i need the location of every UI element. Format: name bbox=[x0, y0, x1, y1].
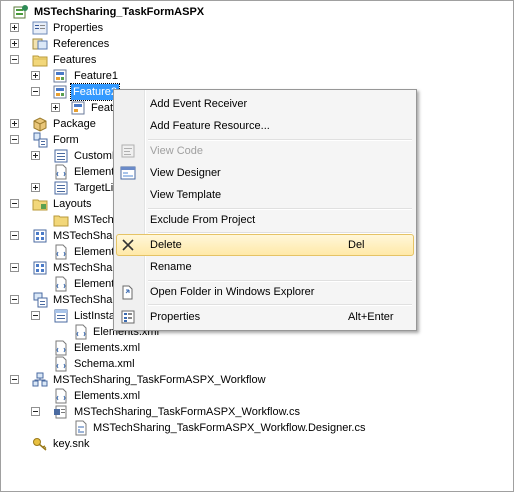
form-icon bbox=[53, 180, 69, 196]
menu-separator bbox=[148, 304, 412, 306]
list-icon bbox=[53, 308, 69, 324]
context-menu: Add Event Receiver Add Feature Resource.… bbox=[113, 89, 417, 331]
menu-item-view-code[interactable]: View Code bbox=[116, 140, 414, 162]
menu-item-properties[interactable]: Properties Alt+Enter bbox=[116, 306, 414, 328]
node-label: Feat bbox=[91, 102, 114, 114]
node-label: key.snk bbox=[53, 438, 90, 450]
module-icon bbox=[32, 228, 48, 244]
node-label: Feature1 bbox=[74, 70, 119, 82]
module-icon bbox=[32, 260, 48, 276]
collapse-toggle[interactable] bbox=[10, 375, 19, 384]
menu-item-view-designer[interactable]: View Designer bbox=[116, 162, 414, 184]
expand-toggle[interactable] bbox=[10, 23, 19, 32]
collapse-toggle[interactable] bbox=[31, 311, 40, 320]
collapse-toggle[interactable] bbox=[10, 135, 19, 144]
expand-toggle[interactable] bbox=[10, 119, 19, 128]
expand-toggle[interactable] bbox=[31, 71, 40, 80]
menu-item-label: Open Folder in Windows Explorer bbox=[150, 286, 315, 298]
expand-toggle[interactable] bbox=[51, 103, 60, 112]
csharp-file-icon bbox=[73, 420, 89, 436]
menu-item-open-folder[interactable]: Open Folder in Windows Explorer bbox=[116, 281, 414, 303]
folder-icon bbox=[32, 196, 48, 212]
collapse-toggle[interactable] bbox=[10, 263, 19, 272]
sharepoint-project-icon bbox=[13, 4, 29, 20]
menu-item-delete[interactable]: Delete Del bbox=[116, 234, 414, 256]
menu-item-rename[interactable]: Rename bbox=[116, 256, 414, 278]
form-icon bbox=[53, 148, 69, 164]
node-label: Properties bbox=[53, 22, 104, 34]
folder-icon bbox=[32, 52, 48, 68]
references-icon bbox=[32, 36, 48, 52]
menu-item-view-template[interactable]: View Template bbox=[116, 184, 414, 206]
node-label: Elements.xml bbox=[74, 390, 141, 402]
menu-separator bbox=[148, 232, 412, 234]
view-designer-icon bbox=[120, 165, 136, 181]
menu-item-shortcut: Del bbox=[348, 239, 365, 251]
solution-explorer-panel: MSTechSharing_TaskFormASPX Properties Re… bbox=[0, 0, 514, 492]
menu-item-exclude-from-project[interactable]: Exclude From Project bbox=[116, 209, 414, 231]
folder-icon bbox=[53, 212, 69, 228]
collapse-toggle[interactable] bbox=[10, 231, 19, 240]
node-label: References bbox=[53, 38, 110, 50]
menu-item-label: Properties bbox=[150, 311, 201, 323]
expand-toggle[interactable] bbox=[31, 151, 40, 160]
node-label: MSTechSharing_TaskFormASPX_Workflow.cs bbox=[74, 406, 300, 418]
node-label: Form bbox=[53, 134, 79, 146]
node-label-selected: Feature2 bbox=[69, 83, 121, 101]
form-icon bbox=[32, 132, 48, 148]
node-label: Package bbox=[53, 118, 96, 130]
xml-file-icon bbox=[53, 276, 69, 292]
node-label: Elements.xml bbox=[74, 342, 141, 354]
menu-item-add-feature-resource[interactable]: Add Feature Resource... bbox=[116, 115, 414, 137]
node-label: Schema.xml bbox=[74, 358, 135, 370]
feature-icon bbox=[53, 84, 69, 100]
open-folder-icon bbox=[120, 284, 136, 300]
node-label: Layouts bbox=[53, 198, 92, 210]
menu-item-label: Exclude From Project bbox=[150, 214, 256, 226]
collapse-toggle[interactable] bbox=[10, 199, 19, 208]
xml-file-icon bbox=[53, 356, 69, 372]
collapse-toggle[interactable] bbox=[10, 55, 19, 64]
project-name: MSTechSharing_TaskFormASPX bbox=[34, 6, 205, 18]
node-label: MSTechSharing_TaskFormASPX_Workflow bbox=[53, 374, 266, 386]
delete-x-icon bbox=[120, 237, 136, 253]
menu-item-label: View Template bbox=[150, 189, 222, 201]
collapse-toggle[interactable] bbox=[10, 295, 19, 304]
menu-item-label: Delete bbox=[150, 239, 182, 251]
expand-toggle[interactable] bbox=[31, 183, 40, 192]
menu-item-label: Add Event Receiver bbox=[150, 98, 248, 110]
list-icon bbox=[32, 292, 48, 308]
xml-file-icon bbox=[73, 324, 89, 340]
xml-file-icon bbox=[53, 340, 69, 356]
xml-file-icon bbox=[53, 388, 69, 404]
feature-icon bbox=[53, 68, 69, 84]
menu-item-label: Add Feature Resource... bbox=[150, 120, 270, 132]
node-label: MSTechSharing_TaskFormASPX_Workflow.Desi… bbox=[93, 422, 366, 434]
properties-icon bbox=[32, 20, 48, 36]
collapse-toggle[interactable] bbox=[31, 407, 40, 416]
menu-item-label: Rename bbox=[150, 261, 192, 273]
menu-item-add-event-receiver[interactable]: Add Event Receiver bbox=[116, 93, 414, 115]
menu-item-label: View Designer bbox=[150, 167, 221, 179]
node-label: ListInsta bbox=[74, 310, 115, 322]
menu-item-shortcut: Alt+Enter bbox=[348, 311, 394, 323]
key-icon bbox=[32, 436, 48, 452]
feature-icon bbox=[71, 100, 87, 116]
xml-file-icon bbox=[53, 164, 69, 180]
package-icon bbox=[32, 116, 48, 132]
workflow-icon bbox=[32, 372, 48, 388]
menu-item-label: View Code bbox=[150, 145, 203, 157]
node-label: Features bbox=[53, 54, 97, 66]
csharp-file-icon bbox=[53, 404, 69, 420]
expand-toggle[interactable] bbox=[10, 39, 19, 48]
collapse-toggle[interactable] bbox=[31, 87, 40, 96]
view-code-icon bbox=[120, 143, 136, 159]
properties-icon bbox=[120, 309, 136, 325]
xml-file-icon bbox=[53, 244, 69, 260]
